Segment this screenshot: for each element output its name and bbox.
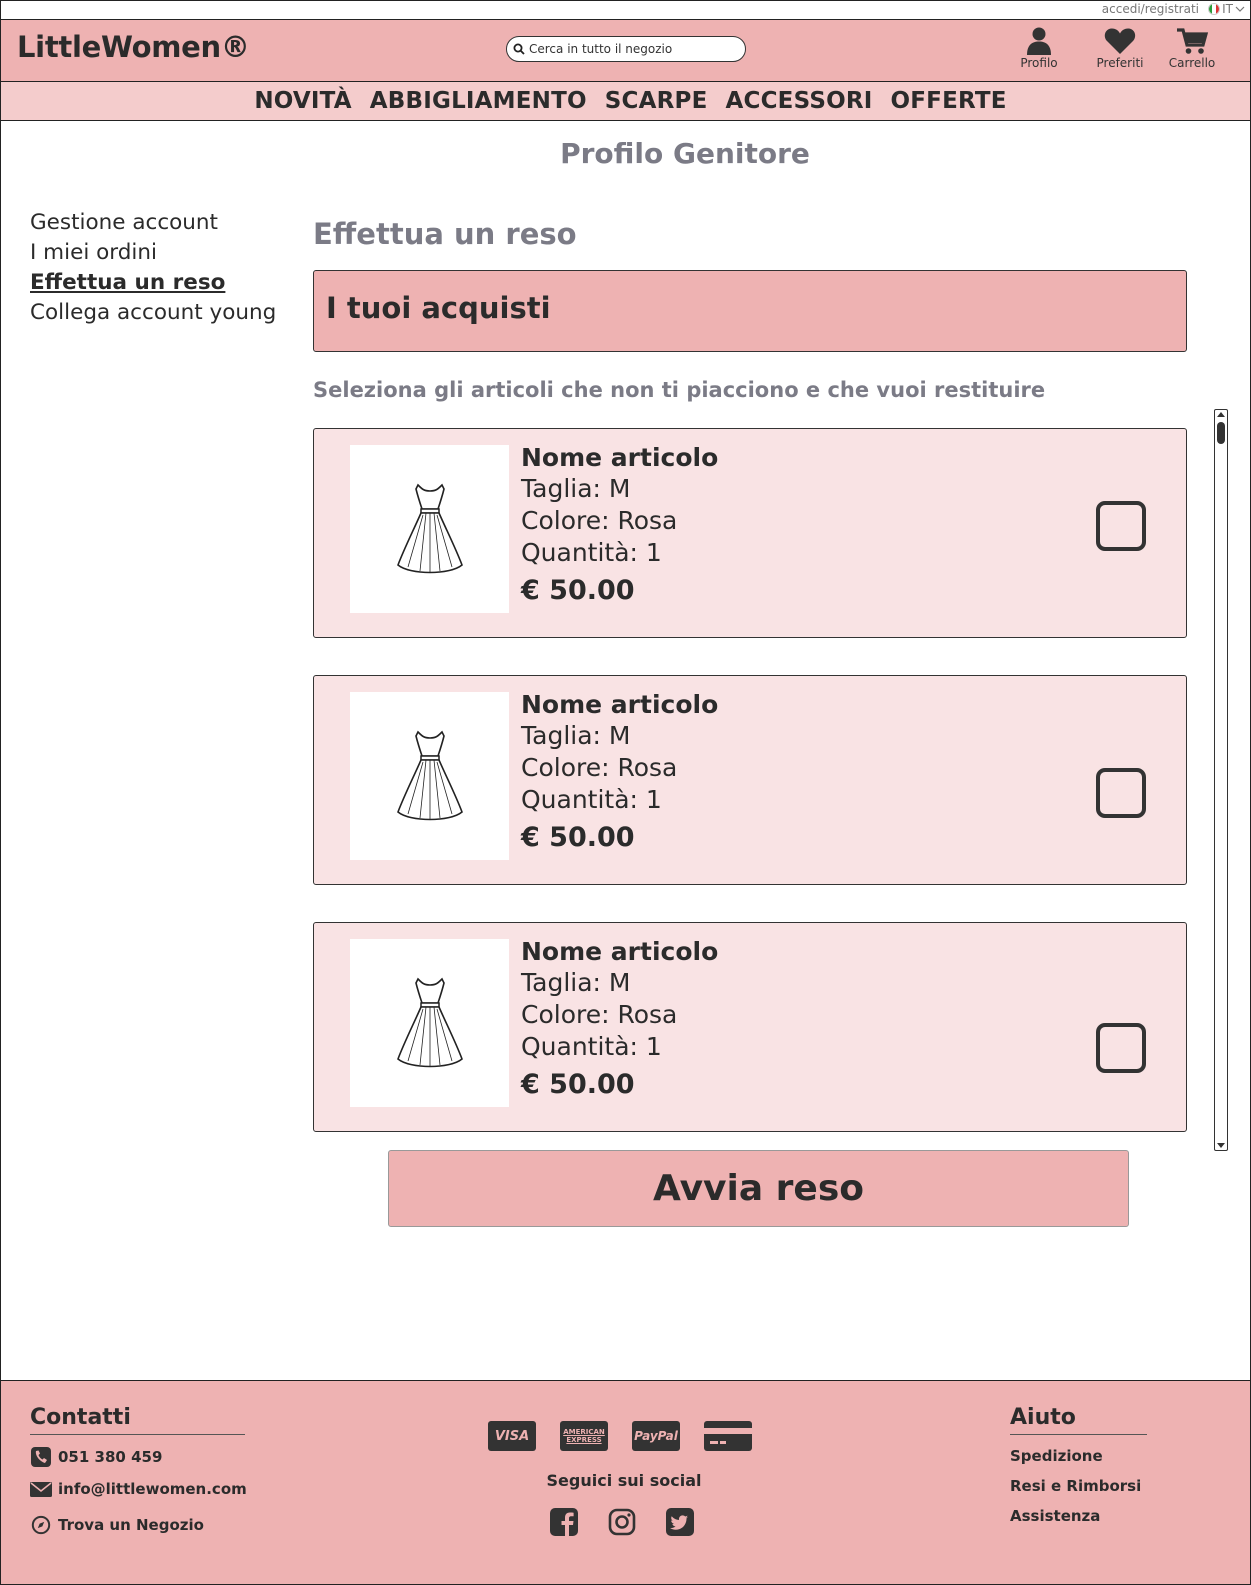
payment-methods: VISA AMERICAN EXPRESS PayPal — [488, 1421, 770, 1451]
phone-number: 051 380 459 — [58, 1448, 163, 1466]
favorites-button[interactable]: Preferiti — [1085, 26, 1155, 70]
footer: Contatti 051 380 459 info@littlewomen.co… — [1, 1380, 1250, 1584]
email-address: info@littlewomen.com — [58, 1480, 247, 1498]
purchases-header: I tuoi acquisti — [313, 270, 1187, 352]
social-links — [474, 1508, 770, 1536]
phone-icon — [31, 1447, 51, 1467]
heart-icon — [1104, 28, 1136, 54]
envelope-icon — [30, 1482, 52, 1497]
list-item: Nome articolo Taglia: M Colore: Rosa Qua… — [313, 675, 1187, 885]
sidebar-item-link-young[interactable]: Collega account young — [30, 298, 276, 328]
brand-logo[interactable]: LittleWomen® — [17, 30, 250, 64]
cart-icon — [1177, 28, 1209, 54]
item-color: Colore: Rosa — [521, 753, 678, 782]
search-box[interactable] — [506, 36, 746, 62]
email-contact[interactable]: info@littlewomen.com — [30, 1479, 247, 1499]
compass-icon — [31, 1515, 51, 1535]
help-link-shipping[interactable]: Spedizione — [1010, 1447, 1147, 1465]
page-title: Profilo Genitore — [560, 137, 810, 170]
chevron-down-icon — [1235, 6, 1245, 12]
item-color: Colore: Rosa — [521, 506, 678, 535]
item-info: Nome articolo Taglia: M Colore: Rosa Qua… — [521, 443, 718, 611]
dress-icon — [396, 483, 463, 574]
help-link-support[interactable]: Assistenza — [1010, 1507, 1147, 1525]
dress-icon — [396, 977, 463, 1068]
sidebar-menu: Gestione account I miei ordini Effettua … — [30, 208, 276, 328]
contacts-title: Contatti — [30, 1405, 245, 1435]
scroll-down-arrow-icon[interactable] — [1217, 1143, 1225, 1148]
cart-button[interactable]: Carrello — [1157, 26, 1227, 70]
section-title: Effettua un reso — [313, 217, 577, 251]
main-nav: NOVITÀ ABBIGLIAMENTO SCARPE ACCESSORI OF… — [1, 82, 1250, 121]
instruction-text: Seleziona gli articoli che non ti piacci… — [313, 378, 1046, 402]
item-info: Nome articolo Taglia: M Colore: Rosa Qua… — [521, 937, 718, 1105]
nav-item-novita[interactable]: NOVITÀ — [254, 88, 351, 114]
favorites-label: Preferiti — [1096, 56, 1144, 70]
instagram-icon[interactable] — [608, 1508, 636, 1536]
item-select-checkbox[interactable] — [1096, 768, 1146, 818]
login-link[interactable]: accedi/registrati — [1102, 2, 1199, 16]
search-icon — [513, 43, 525, 55]
visa-icon: VISA — [488, 1421, 536, 1451]
item-info: Nome articolo Taglia: M Colore: Rosa Qua… — [521, 690, 718, 858]
product-image — [350, 445, 509, 613]
list-item: Nome articolo Taglia: M Colore: Rosa Qua… — [313, 428, 1187, 638]
item-quantity: Quantità: 1 — [521, 1032, 662, 1061]
item-name: Nome articolo — [521, 690, 719, 719]
item-quantity: Quantità: 1 — [521, 785, 662, 814]
sidebar-item-orders[interactable]: I miei ordini — [30, 238, 276, 268]
nav-item-abbigliamento[interactable]: ABBIGLIAMENTO — [370, 88, 587, 114]
list-scrollbar[interactable] — [1214, 409, 1228, 1151]
language-code: IT — [1222, 2, 1233, 16]
language-selector[interactable]: IT — [1208, 2, 1245, 16]
cart-label: Carrello — [1168, 56, 1216, 70]
footer-center: VISA AMERICAN EXPRESS PayPal Seguici sui… — [488, 1421, 770, 1536]
profile-label: Profilo — [1020, 56, 1058, 70]
paypal-icon: PayPal — [632, 1421, 680, 1451]
sidebar-item-return[interactable]: Effettua un reso — [30, 268, 276, 298]
scroll-up-arrow-icon[interactable] — [1217, 412, 1225, 417]
item-size: Taglia: M — [521, 474, 631, 503]
product-image — [350, 939, 509, 1107]
footer-contacts: Contatti 051 380 459 info@littlewomen.co… — [30, 1405, 247, 1535]
item-select-checkbox[interactable] — [1096, 1023, 1146, 1073]
nav-item-scarpe[interactable]: SCARPE — [605, 88, 708, 114]
item-price: € 50.00 — [521, 822, 635, 853]
item-quantity: Quantità: 1 — [521, 538, 662, 567]
credit-card-icon — [704, 1421, 752, 1451]
store-label: Trova un Negozio — [58, 1516, 204, 1534]
social-label: Seguici sui social — [546, 1471, 702, 1490]
sidebar-item-account[interactable]: Gestione account — [30, 208, 276, 238]
item-select-checkbox[interactable] — [1096, 501, 1146, 551]
top-strip: accedi/registrati IT — [0, 0, 1251, 20]
item-name: Nome articolo — [521, 937, 719, 966]
item-price: € 50.00 — [521, 575, 635, 606]
phone-contact[interactable]: 051 380 459 — [30, 1447, 245, 1467]
product-image — [350, 692, 509, 860]
help-title: Aiuto — [1010, 1405, 1147, 1435]
nav-item-accessori[interactable]: ACCESSORI — [726, 88, 873, 114]
purchases-heading: I tuoi acquisti — [326, 291, 551, 325]
store-locator[interactable]: Trova un Negozio — [30, 1515, 245, 1535]
scroll-thumb[interactable] — [1217, 422, 1225, 444]
search-input[interactable] — [529, 42, 729, 56]
footer-help: Aiuto Spedizione Resi e Rimborsi Assiste… — [1010, 1405, 1147, 1525]
dress-icon — [396, 730, 463, 821]
list-item: Nome articolo Taglia: M Colore: Rosa Qua… — [313, 922, 1187, 1132]
item-price: € 50.00 — [521, 1069, 635, 1100]
twitter-icon[interactable] — [666, 1508, 694, 1536]
profile-button[interactable]: Profilo — [1004, 26, 1074, 70]
facebook-icon[interactable] — [550, 1508, 578, 1536]
header: LittleWomen® Profilo Preferiti Carrello — [1, 20, 1250, 82]
item-size: Taglia: M — [521, 721, 631, 750]
italy-flag-icon — [1208, 3, 1221, 15]
help-link-returns[interactable]: Resi e Rimborsi — [1010, 1477, 1147, 1495]
nav-item-offerte[interactable]: OFFERTE — [891, 88, 1007, 114]
item-name: Nome articolo — [521, 443, 719, 472]
item-color: Colore: Rosa — [521, 1000, 678, 1029]
amex-icon: AMERICAN EXPRESS — [560, 1421, 608, 1451]
item-size: Taglia: M — [521, 968, 631, 997]
user-icon — [1027, 27, 1051, 55]
start-return-button[interactable]: Avvia reso — [388, 1150, 1129, 1227]
